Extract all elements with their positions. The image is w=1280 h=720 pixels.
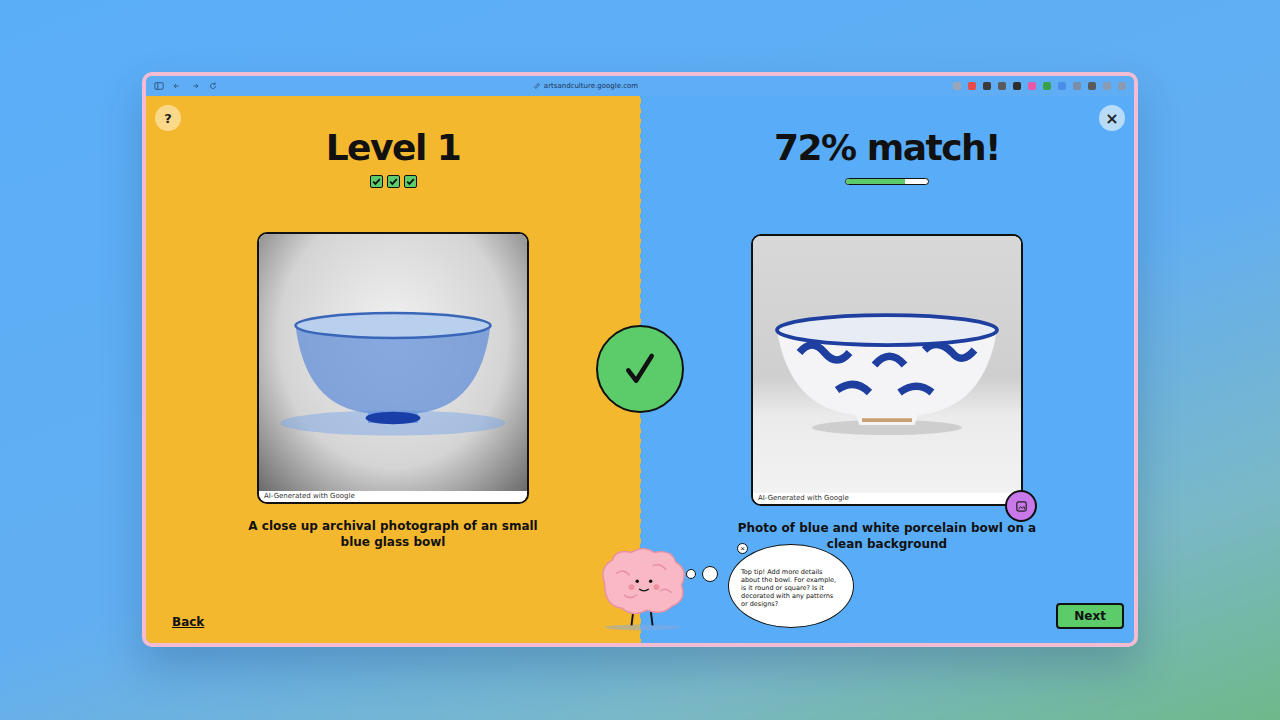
left-footer: Back — [146, 615, 640, 643]
level-check — [370, 175, 383, 188]
url-text: artsandculture.google.com — [544, 82, 638, 90]
next-button[interactable]: Next — [1056, 603, 1124, 629]
extension-icons — [953, 82, 1126, 90]
check-icon — [614, 343, 666, 395]
sidebar-icon[interactable] — [154, 81, 164, 91]
tick-icon — [405, 176, 416, 187]
extension-icon[interactable] — [1073, 82, 1081, 90]
nav-buttons — [154, 81, 218, 91]
target-prompt: A close up archival photograph of an sma… — [243, 518, 543, 550]
reload-icon[interactable] — [208, 81, 218, 91]
brain-mascot-icon — [595, 542, 691, 634]
tick-icon — [371, 176, 382, 187]
tip-bubble: × Top tip! Add more details about the bo… — [728, 544, 854, 628]
link-icon — [533, 82, 541, 90]
desktop: artsandculture.google.com ? Level 1 AI-G… — [0, 0, 1280, 720]
glass-bowl-image — [268, 288, 518, 438]
level-check — [404, 175, 417, 188]
close-button[interactable]: × — [1099, 105, 1125, 131]
verdict-badge — [596, 325, 684, 413]
right-footer: Next — [640, 603, 1134, 643]
extension-icon[interactable] — [1058, 82, 1066, 90]
extension-icon[interactable] — [968, 82, 976, 90]
extension-icon[interactable] — [983, 82, 991, 90]
match-bar-fill — [846, 179, 905, 184]
extension-icon[interactable] — [1013, 82, 1021, 90]
target-image-card: AI-Generated with Google — [257, 232, 529, 504]
extension-icon[interactable] — [1088, 82, 1096, 90]
extension-icon[interactable] — [1103, 82, 1111, 90]
thought-dots — [686, 566, 718, 582]
result-image-card: AI-Generated with Google — [751, 234, 1023, 506]
extension-icon[interactable] — [953, 82, 961, 90]
match-title: 72% match! — [774, 126, 1000, 170]
level-checks — [370, 175, 417, 188]
target-panel: ? Level 1 AI-Generated with Google A clo… — [146, 96, 640, 643]
back-arrow-icon[interactable] — [172, 81, 182, 91]
extension-icon[interactable] — [1118, 82, 1126, 90]
extension-icon[interactable] — [1028, 82, 1036, 90]
image-label: AI-Generated with Google — [259, 491, 527, 502]
browser-window: artsandculture.google.com ? Level 1 AI-G… — [142, 72, 1138, 647]
thought-dot — [686, 569, 696, 579]
porcelain-bowl-image — [762, 290, 1012, 440]
extension-icon[interactable] — [1043, 82, 1051, 90]
match-bar — [845, 178, 929, 185]
result-panel: × 72% match! AI-Generated with Google Ph… — [640, 96, 1134, 643]
help-button[interactable]: ? — [155, 105, 181, 131]
game-screen: ? Level 1 AI-Generated with Google A clo… — [146, 96, 1134, 643]
tip-text: Top tip! Add more details about the bowl… — [741, 568, 841, 608]
image-action-button[interactable] — [1005, 490, 1037, 522]
address-bar[interactable]: artsandculture.google.com — [226, 82, 945, 90]
tip-close-button[interactable]: × — [737, 543, 748, 554]
level-check — [387, 175, 400, 188]
target-image — [259, 234, 527, 491]
forward-arrow-icon[interactable] — [190, 81, 200, 91]
thought-dot — [702, 566, 718, 582]
result-image — [753, 236, 1021, 493]
extension-icon[interactable] — [998, 82, 1006, 90]
image-label: AI-Generated with Google — [753, 493, 1021, 504]
back-link[interactable]: Back — [172, 615, 204, 629]
browser-toolbar: artsandculture.google.com — [146, 76, 1134, 96]
level-title: Level 1 — [326, 126, 461, 170]
tick-icon — [388, 176, 399, 187]
image-edit-icon — [1014, 499, 1029, 514]
